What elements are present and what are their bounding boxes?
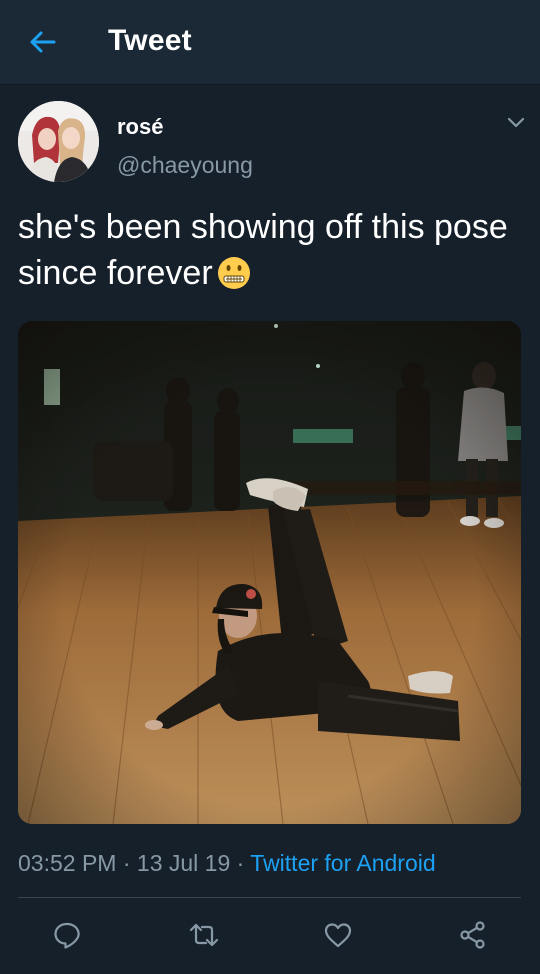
chevron-down-icon <box>507 117 525 128</box>
heart-icon <box>324 923 352 948</box>
arrow-left-icon <box>30 31 56 53</box>
tweet-photo[interactable] <box>18 321 521 824</box>
tweet-menu-button[interactable] <box>503 112 529 134</box>
tweet-metadata: 03:52 PM · 13 Jul 19 · Twitter for Andro… <box>18 850 436 877</box>
zipper-mouth-face-icon <box>217 257 250 289</box>
tweet-source-link[interactable]: Twitter for Android <box>250 850 435 876</box>
back-button[interactable] <box>24 26 60 58</box>
share-icon <box>460 921 485 949</box>
reply-button[interactable] <box>50 918 84 952</box>
top-app-bar: Tweet <box>0 0 540 85</box>
like-button[interactable] <box>321 918 355 952</box>
tweet-text: she's been showing off this pose since f… <box>18 204 518 296</box>
retweet-icon <box>189 923 219 947</box>
author-name[interactable]: rosé <box>117 114 163 140</box>
author-handle[interactable]: @chaeyoung <box>117 152 253 179</box>
avatar[interactable] <box>18 101 99 182</box>
tweet-time: 03:52 PM <box>18 850 117 876</box>
meta-separator: · <box>236 850 251 876</box>
share-button[interactable] <box>456 918 490 952</box>
page-title: Tweet <box>108 24 192 57</box>
tweet-actions-bar <box>0 898 540 974</box>
meta-separator: · <box>122 850 137 876</box>
tweet-text-content: she's been showing off this pose since f… <box>18 208 508 292</box>
retweet-button[interactable] <box>187 918 221 952</box>
tweet-date: 13 Jul 19 <box>136 850 231 876</box>
reply-icon <box>54 922 80 949</box>
